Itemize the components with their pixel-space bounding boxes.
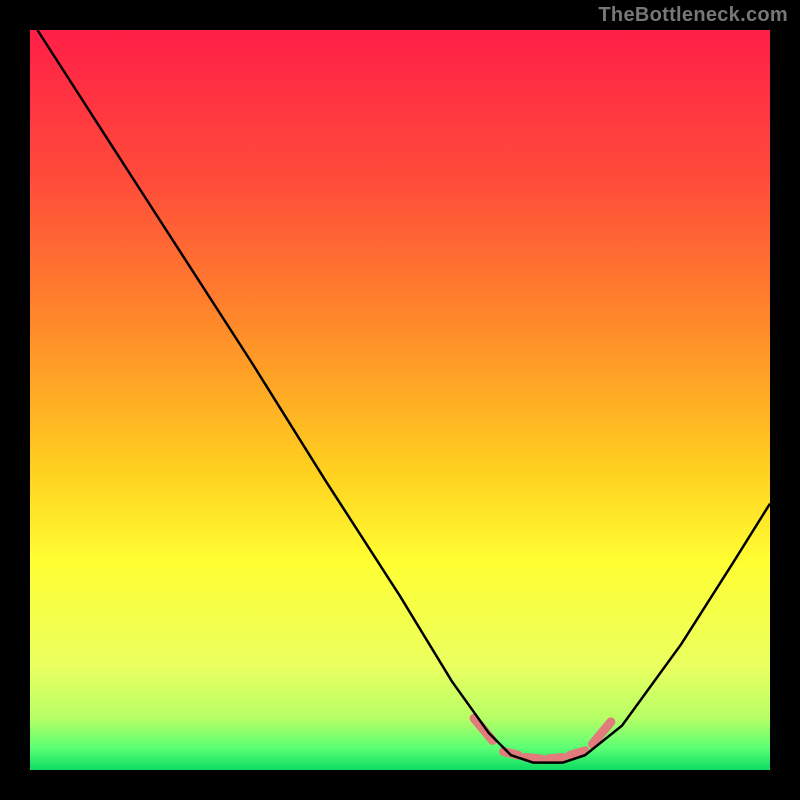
plot-area	[30, 30, 770, 770]
chart-frame: TheBottleneck.com	[0, 0, 800, 800]
attribution-text: TheBottleneck.com	[598, 4, 788, 27]
chart-svg	[30, 30, 770, 770]
gradient-background	[30, 30, 770, 770]
